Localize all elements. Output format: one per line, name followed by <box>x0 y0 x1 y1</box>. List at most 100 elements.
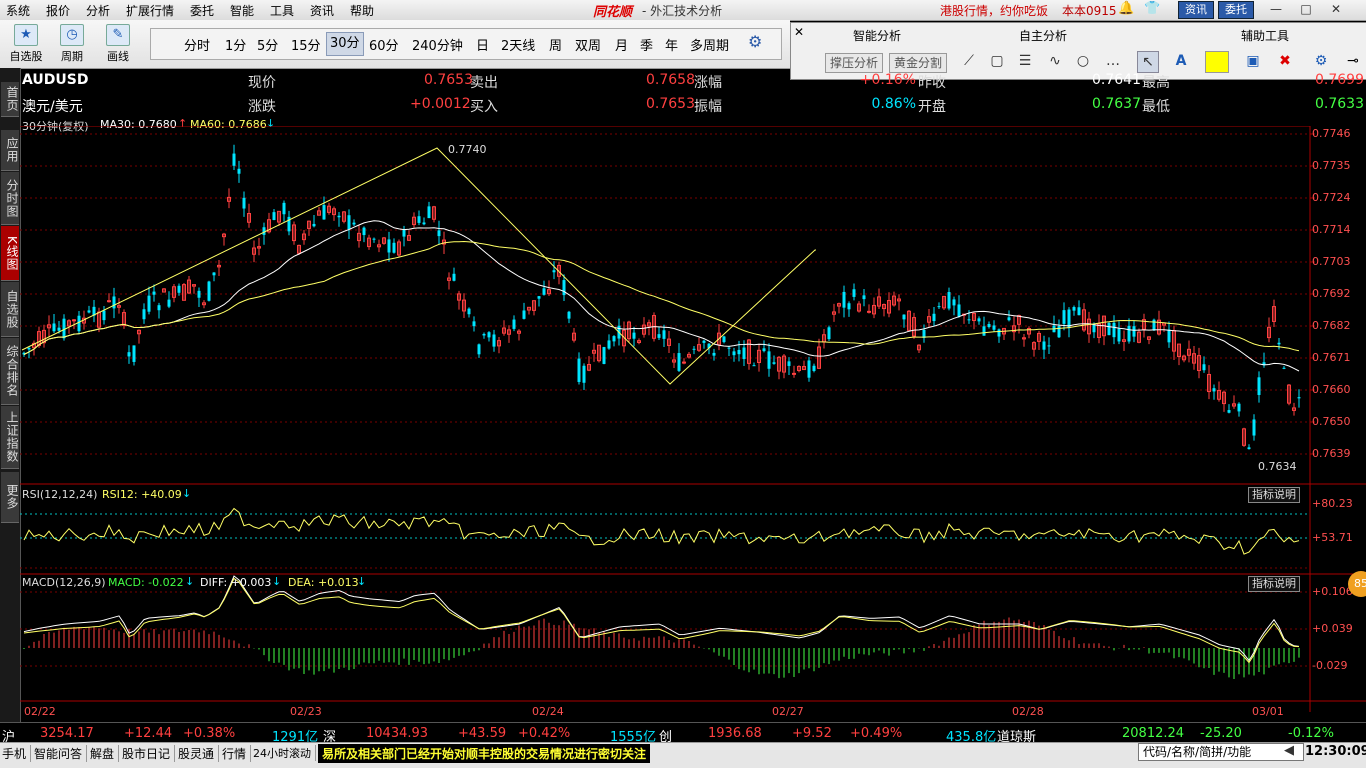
tab-sh-index[interactable]: 上证指数 <box>1 406 19 469</box>
delete-icon[interactable]: ✖ <box>1275 51 1295 71</box>
menu-news[interactable]: 资讯 <box>310 2 334 19</box>
tab-ranking[interactable]: 综合排名 <box>1 338 19 405</box>
period-quarter[interactable]: 季 <box>640 35 653 54</box>
candle-body <box>852 289 856 297</box>
more-tools-icon[interactable]: … <box>1103 51 1123 71</box>
menu-trade[interactable]: 委托 <box>190 2 214 19</box>
wave-tool-icon[interactable]: ∿ <box>1045 51 1065 71</box>
search-input[interactable]: 代码/名称/简拼/功能 <box>1138 743 1304 761</box>
font-icon[interactable]: A <box>1171 51 1191 71</box>
macd-histogram <box>23 617 1300 680</box>
macd-axis-label: -0.029 <box>1312 659 1348 672</box>
dea-value: DEA: +0.013 <box>288 576 359 589</box>
status-market-review[interactable]: 解盘 <box>90 745 120 762</box>
maximize-button[interactable]: □ <box>1296 1 1316 17</box>
period-2day[interactable]: 2天线 <box>501 35 535 54</box>
tab-home[interactable]: 首页 <box>1 82 19 117</box>
candle-body <box>477 344 481 355</box>
buy-label: 买入 <box>470 99 498 115</box>
candle-body <box>1042 341 1046 350</box>
macd-help-button[interactable]: 指标说明 <box>1248 576 1300 592</box>
period-week[interactable]: 周 <box>549 35 562 54</box>
promo-link[interactable]: 港股行情，约你吃饭 <box>940 2 1048 19</box>
menu-extended-quote[interactable]: 扩展行情 <box>126 2 174 19</box>
menu-tools[interactable]: 工具 <box>270 2 294 19</box>
candle-body <box>552 270 556 273</box>
save-icon[interactable]: ▣ <box>1243 51 1263 71</box>
line-tool-icon[interactable]: ⟋ <box>959 51 979 71</box>
tab-apps[interactable]: 应用 <box>1 130 19 171</box>
status-quote[interactable]: 行情 <box>222 745 252 762</box>
period-1min[interactable]: 1分 <box>225 35 246 54</box>
period-60min[interactable]: 60分 <box>369 35 399 54</box>
period-15min[interactable]: 15分 <box>291 35 321 54</box>
rsi-legend: RSI(12,12,24) <box>22 488 98 501</box>
period-5min[interactable]: 5分 <box>257 35 278 54</box>
trade-button[interactable]: 委托 <box>1218 1 1254 19</box>
user-name[interactable]: 本本0915 <box>1062 2 1117 19</box>
rect-tool-icon[interactable]: ▢ <box>987 51 1007 71</box>
tab-kline[interactable]: K线图 <box>1 226 19 281</box>
settings-gear-icon[interactable]: ⚙ <box>748 32 762 51</box>
period-multi[interactable]: 多周期 <box>690 35 729 54</box>
tool-settings-icon[interactable]: ⚙ <box>1311 51 1331 71</box>
menu-analysis[interactable]: 分析 <box>86 2 110 19</box>
rsi-axis-label: +53.71 <box>1312 531 1353 544</box>
amplitude-label: 振幅 <box>694 99 722 115</box>
candle-body <box>992 325 996 330</box>
minimize-button[interactable]: — <box>1266 1 1286 17</box>
period-intraday[interactable]: 分时 <box>184 35 210 54</box>
kline-chart[interactable] <box>20 126 1366 722</box>
sh-index-change: +12.44 <box>124 726 173 741</box>
self-select-button[interactable]: ★ 自选股 <box>6 24 46 64</box>
draw-line-button[interactable]: ✎ 画线 <box>98 24 138 64</box>
bell-icon[interactable]: 🔔 <box>1118 1 1134 16</box>
panel-close-button[interactable]: ✕ <box>794 25 804 39</box>
menu-help[interactable]: 帮助 <box>350 2 374 19</box>
period-240min[interactable]: 240分钟 <box>412 35 463 54</box>
text-tool-icon[interactable]: ☰ <box>1015 51 1035 71</box>
news-ticker[interactable]: 易所及相关部门已经开始对顺丰控股的交易情况进行密切关注 <box>318 744 651 763</box>
status-stock-link[interactable]: 股灵通 <box>178 745 220 762</box>
rsi-help-button[interactable]: 指标说明 <box>1248 487 1300 503</box>
menu-quote[interactable]: 报价 <box>46 2 70 19</box>
period-30min[interactable]: 30分 <box>326 32 364 56</box>
color-picker-icon[interactable] <box>1205 51 1229 73</box>
candle-body <box>1112 322 1116 338</box>
period-button[interactable]: ◷ 周期 <box>52 24 92 64</box>
index-bar: 沪 3254.17 +12.44 +0.38% 1291亿 深 10434.93… <box>0 722 1366 745</box>
status-diary[interactable]: 股市日记 <box>122 745 176 762</box>
menu-smart[interactable]: 智能 <box>230 2 254 19</box>
amplitude-value: 0.86% <box>871 96 916 112</box>
candle-body <box>402 229 406 237</box>
tab-more[interactable]: 更多 <box>1 472 19 523</box>
cursor-icon[interactable]: ↖ <box>1137 51 1159 73</box>
smart-analysis-header[interactable]: 智能分析 <box>853 27 901 44</box>
golden-section-button[interactable]: 黄金分割 <box>889 53 948 73</box>
candle-body <box>752 365 756 367</box>
circle-tool-icon[interactable]: ○ <box>1073 51 1093 71</box>
candle-body <box>1152 319 1156 331</box>
period-month[interactable]: 月 <box>615 35 628 54</box>
tab-watchlist[interactable]: 自选股 <box>1 282 19 337</box>
candle-body <box>772 362 776 364</box>
period-year[interactable]: 年 <box>665 35 678 54</box>
status-mobile[interactable]: 手机 <box>2 745 32 762</box>
candle-body <box>57 327 61 331</box>
news-button[interactable]: 资讯 <box>1178 1 1214 19</box>
shirt-icon[interactable]: 👕 <box>1144 1 1160 16</box>
status-24h-news[interactable]: 24小时滚动 <box>253 745 316 761</box>
menu-system[interactable]: 系统 <box>6 2 30 19</box>
search-arrow-icon[interactable]: ◀ <box>1284 743 1294 758</box>
tab-intraday[interactable]: 分时图 <box>1 172 19 225</box>
aux-tools-header[interactable]: 辅助工具 <box>1241 27 1289 44</box>
candle-body <box>657 334 661 338</box>
close-button[interactable]: ✕ <box>1326 1 1346 17</box>
sh-index-pct: +0.38% <box>183 726 236 741</box>
period-day[interactable]: 日 <box>476 35 489 54</box>
self-analysis-header[interactable]: 自主分析 <box>1019 27 1067 44</box>
status-qa[interactable]: 智能问答 <box>34 745 88 762</box>
support-resistance-button[interactable]: 撑压分析 <box>825 53 884 73</box>
pin-icon[interactable]: ⊸ <box>1343 51 1363 71</box>
period-biweek[interactable]: 双周 <box>575 35 601 54</box>
